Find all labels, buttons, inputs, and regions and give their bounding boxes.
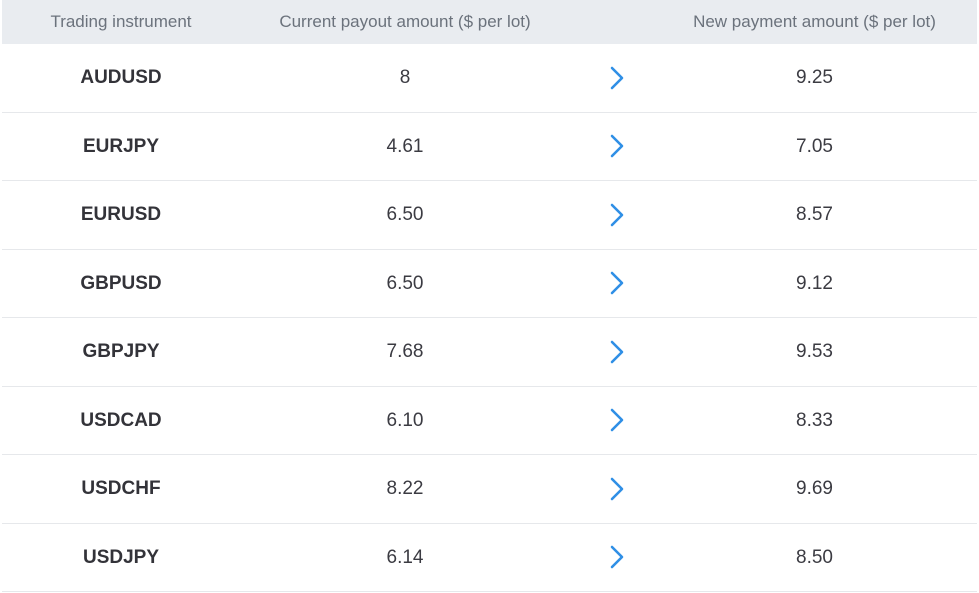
new-payment-cell: 7.05 bbox=[796, 135, 833, 157]
chevron-right-icon bbox=[608, 66, 626, 90]
instrument-cell: EURUSD bbox=[80, 204, 162, 225]
row-arrow bbox=[582, 318, 652, 385]
header-current-payout: Current payout amount ($ per lot) bbox=[279, 12, 531, 31]
table-row: EURJPY 4.61 7.05 bbox=[2, 113, 977, 181]
row-arrow bbox=[582, 113, 652, 180]
header-new-payment: New payment amount ($ per lot) bbox=[693, 12, 936, 31]
table-row: GBPJPY 7.68 9.53 bbox=[2, 318, 977, 387]
current-payout-cell: 8 bbox=[399, 67, 411, 88]
instrument-cell: USDCAD bbox=[80, 409, 162, 431]
instrument-cell: USDCHF bbox=[81, 478, 161, 499]
current-payout-cell: 6.50 bbox=[386, 272, 424, 294]
row-arrow bbox=[582, 524, 652, 591]
instrument-cell: AUDUSD bbox=[80, 67, 162, 88]
current-payout-cell: 7.68 bbox=[386, 341, 424, 362]
new-payment-cell: 8.57 bbox=[796, 204, 833, 225]
new-payment-cell: 8.50 bbox=[796, 546, 833, 568]
instrument-cell: EURJPY bbox=[82, 135, 160, 157]
new-payment-cell: 9.12 bbox=[796, 272, 833, 294]
new-payment-cell: 8.33 bbox=[796, 409, 833, 431]
row-arrow bbox=[582, 44, 652, 111]
table-row: USDCHF 8.22 9.69 bbox=[2, 455, 977, 524]
instrument-cell: GBPUSD bbox=[80, 272, 162, 294]
new-payment-cell: 9.53 bbox=[796, 341, 833, 362]
chevron-right-icon bbox=[608, 203, 626, 227]
row-arrow bbox=[582, 181, 652, 248]
chevron-right-icon bbox=[608, 271, 626, 295]
table-row: AUDUSD 8 9.25 bbox=[2, 44, 977, 113]
row-arrow bbox=[582, 455, 652, 522]
chevron-right-icon bbox=[608, 477, 626, 501]
current-payout-cell: 6.10 bbox=[386, 409, 424, 431]
current-payout-cell: 8.22 bbox=[386, 478, 424, 499]
row-arrow bbox=[582, 387, 652, 454]
chevron-right-icon bbox=[608, 340, 626, 364]
chevron-right-icon bbox=[608, 408, 626, 432]
header-trading-instrument: Trading instrument bbox=[50, 12, 192, 31]
new-payment-cell: 9.69 bbox=[796, 478, 833, 499]
new-payment-cell: 9.25 bbox=[796, 67, 833, 88]
chevron-right-icon bbox=[608, 134, 626, 158]
table-row: USDJPY 6.14 8.50 bbox=[2, 524, 977, 592]
table-row: GBPUSD 6.50 9.12 bbox=[2, 250, 977, 318]
current-payout-cell: 4.61 bbox=[386, 135, 424, 157]
instrument-cell: GBPJPY bbox=[82, 341, 160, 362]
current-payout-cell: 6.14 bbox=[386, 546, 424, 568]
chevron-right-icon bbox=[608, 545, 626, 569]
instrument-cell: USDJPY bbox=[82, 546, 160, 568]
payout-table: Trading instrument Current payout amount… bbox=[2, 0, 977, 592]
table-row: USDCAD 6.10 8.33 bbox=[2, 387, 977, 455]
table-row: EURUSD 6.50 8.57 bbox=[2, 181, 977, 250]
row-arrow bbox=[582, 250, 652, 317]
table-header: Trading instrument Current payout amount… bbox=[2, 0, 977, 44]
current-payout-cell: 6.50 bbox=[386, 204, 424, 225]
